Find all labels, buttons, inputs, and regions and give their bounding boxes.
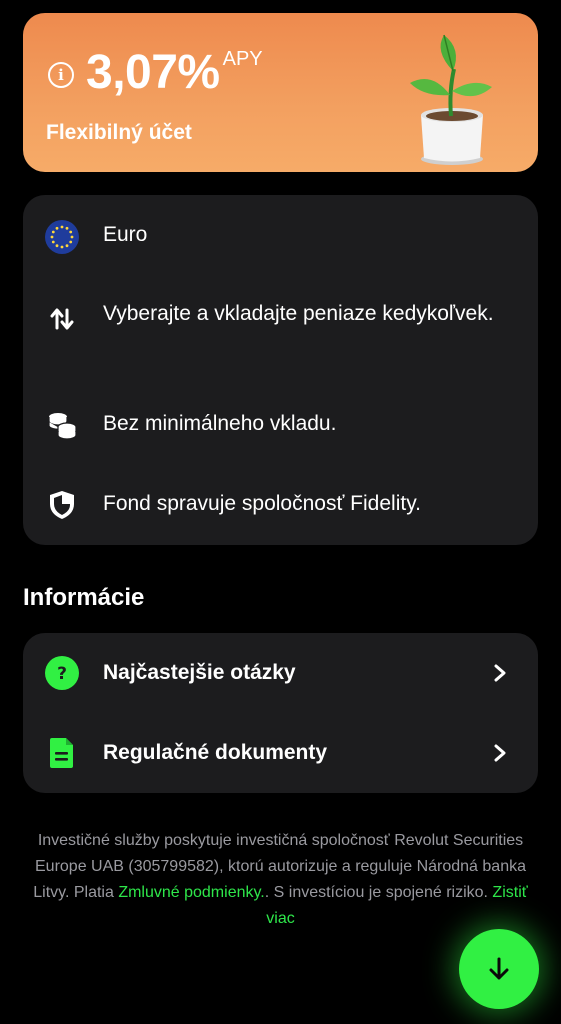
euro-flag-icon (45, 220, 79, 254)
terms-link[interactable]: Zmluvné podmienky. (118, 884, 264, 901)
section-title: Informácie (23, 584, 145, 611)
transfer-arrows-icon (45, 302, 79, 336)
feature-label: Bez minimálneho vkladu. (103, 412, 337, 435)
disclaimer: Investičné služby poskytuje investičná s… (30, 828, 531, 932)
features-card: Euro Vyberajte a vkladajte peniaze kedyk… (23, 195, 538, 545)
rate-value: 3,07% (86, 46, 220, 99)
scroll-down-button[interactable] (459, 929, 539, 1009)
chevron-right-icon (494, 744, 506, 762)
chevron-right-icon (494, 664, 506, 682)
faq-link[interactable]: ? Najčastejšie otázky (23, 633, 538, 713)
question-icon: ? (45, 656, 79, 690)
links-card: ? Najčastejšie otázky Regulačné dokument… (23, 633, 538, 793)
plant-illustration (410, 34, 492, 165)
coins-icon (45, 408, 79, 442)
account-name: Flexibilný účet (46, 121, 192, 144)
feature-label: Fond spravuje spoločnosť Fidelity. (103, 492, 421, 515)
rate-card[interactable]: i 3,07% APY Flexibilný účet (23, 13, 538, 172)
rate-row: i 3,07% APY (48, 49, 263, 97)
faq-label: Najčastejšie otázky (103, 661, 296, 684)
svg-text:?: ? (57, 664, 67, 684)
info-icon[interactable]: i (48, 62, 74, 88)
document-icon (45, 736, 79, 770)
shield-icon (45, 488, 79, 522)
feature-label: Euro (103, 223, 148, 246)
rate-unit: APY (222, 48, 263, 70)
regulatory-docs-link[interactable]: Regulačné dokumenty (23, 713, 538, 793)
arrow-down-icon (489, 957, 509, 980)
feature-label: Vyberajte a vkladajte peniaze kedykoľvek… (103, 302, 494, 325)
regulatory-docs-label: Regulačné dokumenty (103, 741, 328, 764)
page: i 3,07% APY Flexibilný účet Euro Vyberaj… (0, 0, 561, 1024)
disclaimer-text: . S investíciou je spojené riziko. (264, 884, 493, 901)
